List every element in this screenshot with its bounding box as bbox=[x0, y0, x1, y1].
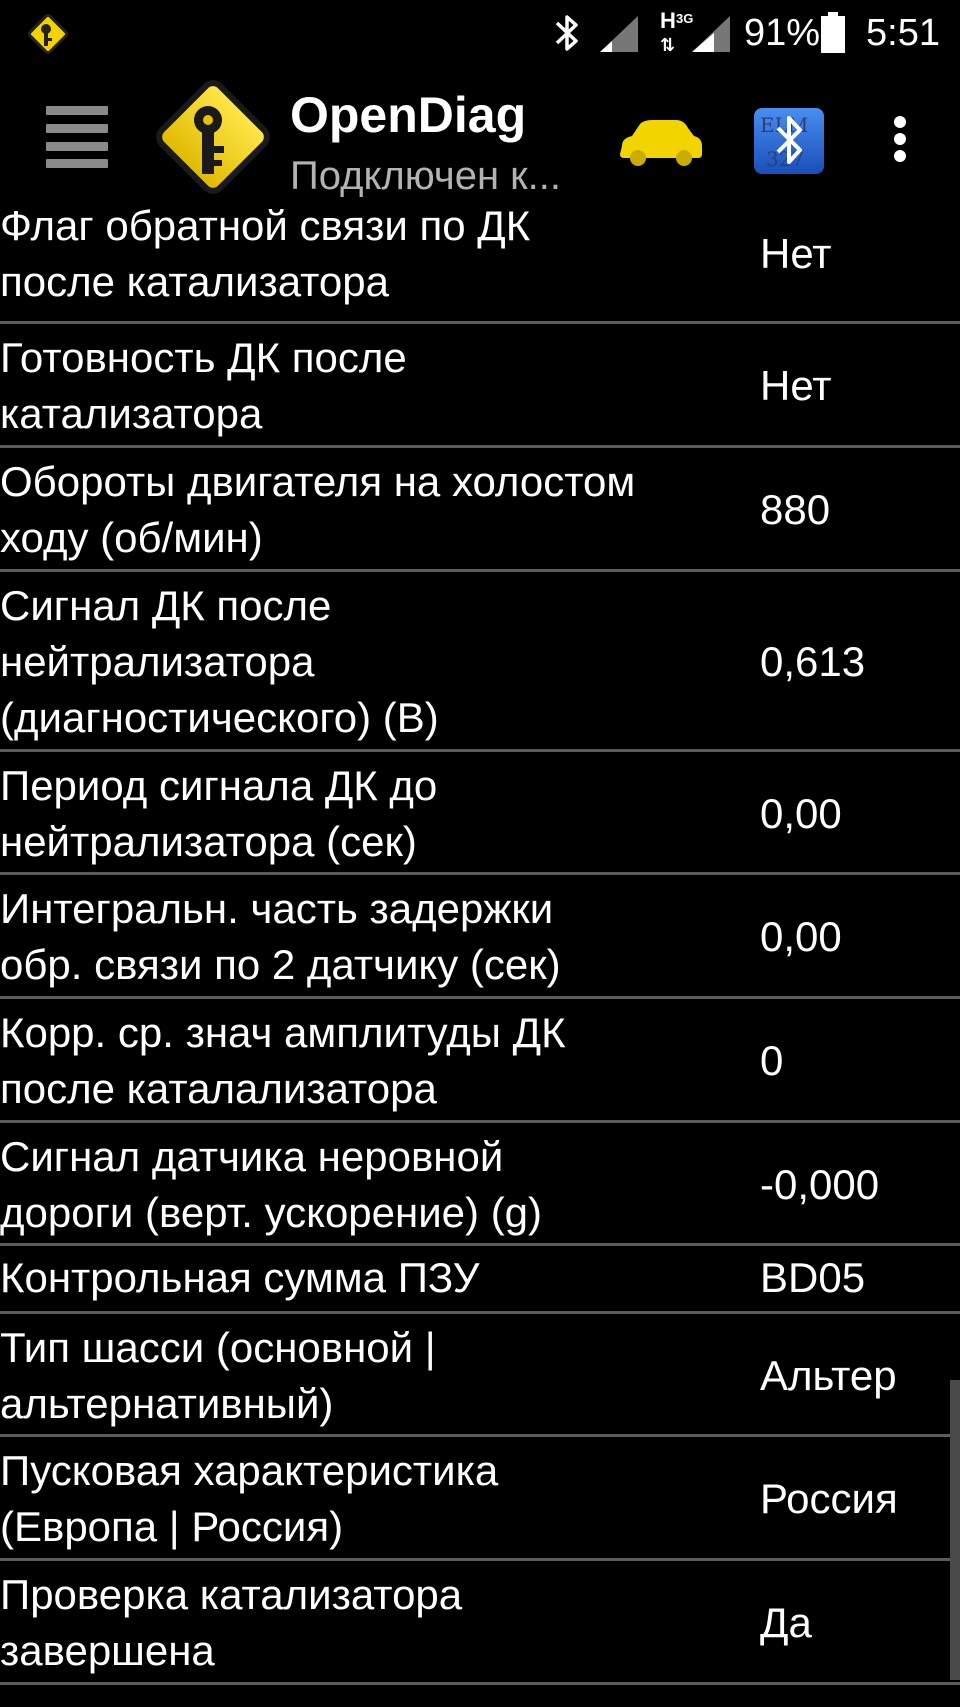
signal-strength-icon bbox=[600, 16, 638, 52]
parameter-value: 0 bbox=[760, 1037, 784, 1084]
parameter-value: 0,613 bbox=[760, 638, 866, 685]
list-item[interactable]: Корр. ср. знач амплитуды ДК после катала… bbox=[0, 999, 960, 1123]
parameter-label: Контрольная сумма ПЗУ bbox=[0, 1254, 480, 1301]
parameter-value: 0,00 bbox=[760, 790, 842, 837]
opendiag-notification-icon bbox=[27, 13, 69, 55]
parameter-label: Флаг обратной связи по ДК после катализа… bbox=[0, 206, 531, 305]
list-item[interactable]: Контрольная сумма ПЗУ BD05 bbox=[0, 1246, 960, 1314]
parameter-label: Сигнал датчика неровной дороги (верт. ус… bbox=[0, 1133, 543, 1236]
parameter-label: Интегральн. часть задержки обр. связи по… bbox=[0, 885, 561, 988]
list-item[interactable]: Проверка катализатора завершена Да bbox=[0, 1561, 960, 1685]
status-bar: H 3G ⇅ 91% 5:51 bbox=[0, 0, 960, 66]
parameter-label: Корр. ср. знач амплитуды ДК после катала… bbox=[0, 1009, 566, 1112]
battery-percent: 91% bbox=[744, 12, 821, 54]
parameter-label: Обороты двигателя на холостом ходу (об/м… bbox=[0, 458, 636, 561]
parameter-value: 880 bbox=[760, 486, 831, 533]
network-type-indicator: H 3G ⇅ bbox=[658, 8, 693, 58]
menu-icon[interactable] bbox=[46, 104, 108, 168]
list-item[interactable]: Период сигнала ДК до нейтрализатора (сек… bbox=[0, 752, 960, 875]
scrollbar[interactable] bbox=[950, 1380, 960, 1680]
battery-icon bbox=[821, 12, 845, 53]
list-item[interactable]: Тип шасси (основной | альтернативный) Ал… bbox=[0, 1314, 960, 1437]
list-item[interactable]: Интегральн. часть задержки обр. связи по… bbox=[0, 875, 960, 999]
overflow-menu-icon[interactable] bbox=[888, 114, 912, 164]
parameter-value: Нет bbox=[760, 362, 832, 409]
parameter-value: Россия bbox=[760, 1475, 898, 1522]
parameter-value: 0,00 bbox=[760, 913, 842, 960]
parameter-value: Нет bbox=[760, 230, 832, 277]
parameter-value: -0,000 bbox=[760, 1161, 880, 1208]
parameter-list[interactable]: Флаг обратной связи по ДК после катализа… bbox=[0, 206, 960, 1707]
list-item[interactable]: Сигнал датчика неровной дороги (верт. ус… bbox=[0, 1123, 960, 1246]
app-logo-icon[interactable] bbox=[150, 74, 276, 200]
bluetooth-icon bbox=[555, 15, 578, 51]
list-item[interactable]: Обороты двигателя на холостом ходу (об/м… bbox=[0, 448, 960, 572]
connection-status-subtitle: Подключен к... bbox=[290, 154, 561, 198]
parameter-label: Сигнал ДК после нейтрализатора (диагност… bbox=[0, 582, 439, 741]
parameter-label: Пусковая характеристика (Европа | Россия… bbox=[0, 1447, 499, 1550]
parameter-label: Проверка катализатора завершена bbox=[0, 1571, 463, 1674]
app-title: OpenDiag bbox=[290, 87, 527, 143]
signal-strength-icon-2 bbox=[692, 16, 730, 52]
parameter-label: Готовность ДК после катализатора bbox=[0, 334, 407, 437]
elm327-bluetooth-icon[interactable]: ELM 327 bbox=[752, 106, 826, 176]
car-icon[interactable] bbox=[618, 116, 704, 168]
clock: 5:51 bbox=[866, 12, 940, 54]
parameter-value: BD05 bbox=[760, 1254, 866, 1301]
parameter-value: Альтер bbox=[760, 1352, 897, 1399]
data-transfer-icon: ⇅ bbox=[660, 35, 676, 55]
list-item[interactable]: Флаг обратной связи по ДК после катализа… bbox=[0, 206, 960, 324]
list-item-partial[interactable] bbox=[0, 1685, 960, 1707]
parameter-value: Да bbox=[760, 1599, 812, 1646]
network-type: H bbox=[660, 8, 676, 33]
list-item[interactable]: Сигнал ДК после нейтрализатора (диагност… bbox=[0, 572, 960, 752]
list-item[interactable]: Готовность ДК после катализатора Нет bbox=[0, 324, 960, 448]
list-item[interactable]: Пусковая характеристика (Европа | Россия… bbox=[0, 1437, 960, 1561]
action-bar: OpenDiag Подключен к... ELM 327 bbox=[0, 66, 960, 206]
parameter-label: Период сигнала ДК до нейтрализатора (сек… bbox=[0, 762, 438, 865]
parameter-label: Тип шасси (основной | альтернативный) bbox=[0, 1324, 436, 1427]
